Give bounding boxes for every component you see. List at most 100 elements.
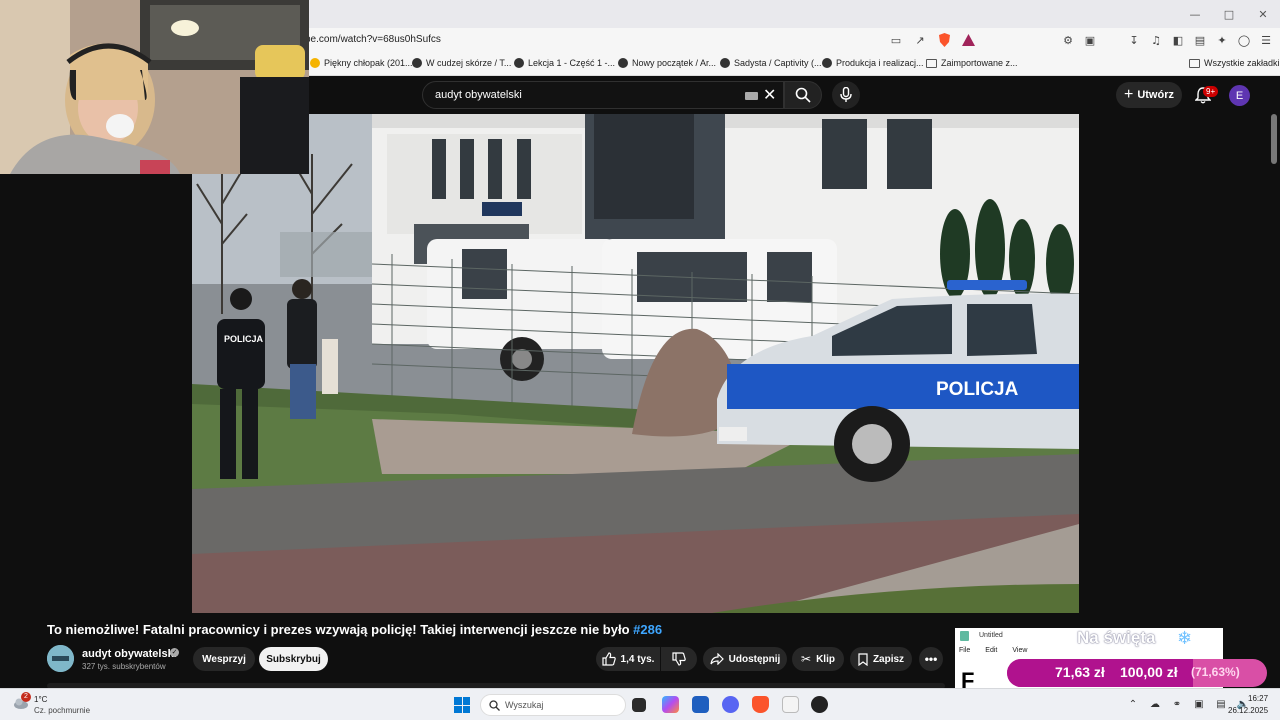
- bookmark-folder[interactable]: Zaimportowane z...: [926, 58, 1018, 68]
- more-dots-icon: •••: [924, 652, 938, 666]
- taskbar-search[interactable]: Wyszukaj: [480, 694, 626, 716]
- weather-description[interactable]: Cz. pochmurnie: [34, 706, 90, 715]
- bookmark-favicon-icon: [412, 58, 422, 68]
- clock-date[interactable]: 26.12.2025: [1228, 706, 1268, 715]
- subscriber-count: 327 tys. subskrybentów: [82, 662, 166, 671]
- more-actions-button[interactable]: •••: [919, 647, 943, 671]
- thumbs-up-icon: [601, 652, 616, 666]
- video-player[interactable]: POLICJA POLICJA: [192, 114, 1079, 613]
- store-icon[interactable]: [692, 696, 709, 713]
- tab-icon[interactable]: ▣: [1082, 32, 1098, 48]
- page-scrollbar[interactable]: [1271, 114, 1277, 164]
- sidebar-icon[interactable]: ◧: [1170, 32, 1186, 48]
- folder-icon: [926, 58, 937, 68]
- bookmark-item[interactable]: Produkcja i realizacj...: [822, 58, 924, 68]
- create-button[interactable]: + Utwórz: [1116, 82, 1182, 108]
- microphone-tray-icon[interactable]: ⚭: [1170, 697, 1184, 711]
- obs-icon[interactable]: [811, 696, 828, 713]
- display-icon[interactable]: ▣: [1192, 697, 1206, 711]
- windows-taskbar: 2 1°C Cz. pochmurnie Wyszukaj ⌃ ☁ ⚭ ▣ ▤ …: [0, 688, 1280, 720]
- support-button[interactable]: Wesprzyj: [193, 647, 255, 671]
- maximize-icon[interactable]: □: [1212, 0, 1246, 28]
- close-icon[interactable]: ✕: [1246, 0, 1280, 28]
- bookmark-favicon-icon: [310, 58, 320, 68]
- bookmark-item[interactable]: Piękny chłopak (201...: [310, 58, 413, 68]
- clip-button[interactable]: ✂ Klip: [792, 647, 844, 671]
- all-bookmarks-folder[interactable]: Wszystkie zakładki: [1189, 58, 1280, 68]
- subscribe-button[interactable]: Subskrybuj: [259, 647, 328, 671]
- brave-browser-icon[interactable]: [752, 696, 769, 713]
- folder-icon: [1189, 58, 1200, 68]
- download-icon[interactable]: ↧: [1126, 32, 1142, 48]
- notepad-menu-view[interactable]: View: [1012, 647, 1027, 654]
- minimize-icon[interactable]: —: [1178, 0, 1212, 28]
- notepad-title: Untitled: [979, 632, 1003, 639]
- url-text[interactable]: be.com/watch?v=68us0hSufcs: [305, 34, 441, 45]
- bookmark-item[interactable]: Sadysta / Captivity (...: [720, 58, 822, 68]
- wallet-icon[interactable]: ▤: [1192, 32, 1208, 48]
- leo-ai-icon[interactable]: ✦: [1214, 32, 1230, 48]
- notepad-menu: File Edit View: [959, 647, 1027, 654]
- brave-rewards-icon[interactable]: [960, 32, 976, 48]
- bookmark-item[interactable]: Nowy początek / Ar...: [618, 58, 716, 68]
- webcam-frame: [0, 0, 309, 174]
- weather-temperature[interactable]: 1°C: [34, 695, 47, 704]
- clock-time[interactable]: 16:27: [1248, 694, 1268, 703]
- clear-search-icon[interactable]: ✕: [763, 85, 776, 104]
- save-button[interactable]: Zapisz: [850, 647, 912, 671]
- share-button[interactable]: Udostępnij: [703, 647, 787, 671]
- hashtag-link[interactable]: #286: [633, 622, 662, 637]
- music-icon[interactable]: ♫: [1148, 32, 1164, 48]
- search-icon: [489, 700, 500, 711]
- stream-overlay: Untitled File Edit View F Na święta ❄ 71…: [955, 628, 1267, 693]
- webcam-overlay: [0, 0, 309, 174]
- plus-icon: +: [1123, 86, 1134, 103]
- search-button[interactable]: [784, 81, 822, 109]
- extensions-icon[interactable]: ⚙: [1060, 32, 1076, 48]
- windows-start-icon[interactable]: [454, 697, 470, 713]
- share-icon: [710, 653, 724, 665]
- menu-icon[interactable]: ☰: [1258, 32, 1274, 48]
- cloud-icon[interactable]: ☁: [1148, 697, 1162, 711]
- discord-icon[interactable]: [722, 696, 739, 713]
- bookmark-favicon-icon: [822, 58, 832, 68]
- account-avatar[interactable]: E: [1229, 85, 1250, 106]
- bookmark-item[interactable]: W cudzej skórze / T...: [412, 58, 511, 68]
- bookmark-favicon-icon: [720, 58, 730, 68]
- weather-badge: 2: [21, 692, 31, 702]
- cast-icon[interactable]: ▭: [888, 32, 904, 48]
- scissors-icon: ✂: [801, 652, 812, 666]
- network-icon[interactable]: ▤: [1214, 697, 1228, 711]
- chevron-up-icon[interactable]: ⌃: [1126, 697, 1140, 711]
- channel-logo: [47, 645, 74, 672]
- vpn-shield-icon[interactable]: ◯: [1236, 32, 1252, 48]
- notification-badge: 9+: [1203, 86, 1219, 97]
- notepad-taskbar-icon[interactable]: [782, 696, 799, 713]
- donation-goal-percent: (71,63%): [1191, 665, 1240, 679]
- spacer-divider: [1104, 32, 1120, 48]
- bookmark-item[interactable]: Lekcja 1 - Część 1 -...: [514, 58, 615, 68]
- dislike-button[interactable]: [661, 647, 697, 671]
- brave-shield-icon[interactable]: [936, 32, 952, 48]
- donation-goal-target: 100,00 zł: [1120, 664, 1178, 680]
- copilot-icon[interactable]: [662, 696, 679, 713]
- video-title: To niemożliwe! Fatalni pracownicy i prez…: [47, 622, 663, 637]
- holiday-goal-title: Na święta: [1077, 628, 1156, 647]
- search-query-text[interactable]: audyt obywatelski: [435, 89, 522, 101]
- voice-search-button[interactable]: [832, 81, 860, 109]
- thumbs-down-icon: [672, 652, 686, 666]
- bookmark-icon: [858, 652, 868, 666]
- task-view-icon[interactable]: [632, 698, 646, 712]
- channel-name[interactable]: audyt obywatelski: [82, 648, 177, 660]
- police-car-lettering: POLICJA: [936, 379, 1019, 400]
- notepad-menu-file[interactable]: File: [959, 647, 970, 654]
- window-controls: — □ ✕: [1178, 0, 1280, 28]
- like-button[interactable]: 1,4 tys.: [596, 647, 660, 671]
- notepad-menu-edit[interactable]: Edit: [985, 647, 997, 654]
- share-page-icon[interactable]: ↗: [912, 32, 928, 48]
- verified-icon: ✓: [170, 648, 179, 657]
- address-bar-icons: ▭ ↗: [888, 32, 976, 48]
- search-input[interactable]: audyt obywatelski ✕: [422, 81, 784, 109]
- keyboard-icon[interactable]: [745, 92, 758, 100]
- channel-avatar[interactable]: [47, 645, 74, 672]
